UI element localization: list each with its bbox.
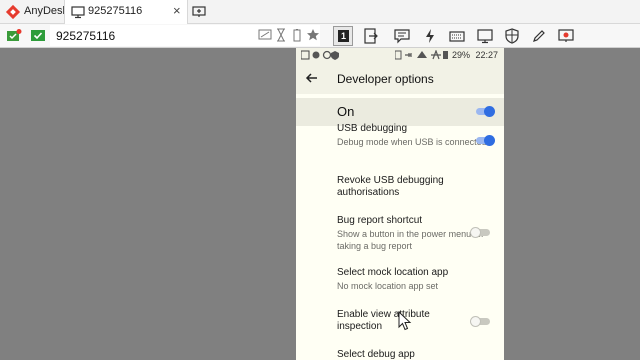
keyboard-icon[interactable] bbox=[449, 28, 465, 44]
app-name: AnyDesk bbox=[24, 5, 69, 17]
chat-icon[interactable] bbox=[394, 28, 410, 44]
app-bar: Developer options bbox=[296, 62, 504, 94]
notification-icons bbox=[300, 50, 345, 62]
list-item-revoke-usb[interactable]: Revoke USB debugging authorisations bbox=[337, 175, 487, 199]
toolbar: 925275116 1 bbox=[0, 24, 640, 48]
status-right: 29% 22:27 bbox=[394, 49, 498, 60]
monitor-icon bbox=[71, 6, 85, 19]
close-tab-button[interactable]: × bbox=[173, 3, 181, 19]
tab-label: 925275116 bbox=[88, 5, 143, 17]
verified-icon bbox=[31, 30, 45, 41]
screenshot-icon[interactable] bbox=[258, 28, 272, 42]
item-subtitle: No mock location app set bbox=[337, 281, 439, 291]
favorite-star-icon[interactable] bbox=[306, 28, 320, 42]
item-title: Revoke USB debugging authorisations bbox=[337, 175, 444, 198]
usb-debugging-toggle[interactable] bbox=[474, 135, 495, 146]
item-title: Enable view attribute inspection bbox=[337, 309, 430, 332]
view-attribute-toggle[interactable] bbox=[470, 316, 490, 327]
item-title: Select mock location app bbox=[337, 267, 449, 278]
battery-percent: 29% bbox=[451, 50, 470, 60]
item-title: Bug report shortcut bbox=[337, 215, 423, 226]
actions-lightning-icon[interactable] bbox=[422, 28, 438, 44]
permissions-shield-icon[interactable] bbox=[504, 28, 520, 44]
item-title: Select debug app bbox=[337, 349, 415, 360]
battery-icon[interactable] bbox=[290, 28, 304, 42]
address-bar[interactable]: 925275116 bbox=[50, 25, 320, 46]
master-switch-row[interactable]: On bbox=[296, 98, 504, 126]
item-subtitle: Debug mode when USB is connected bbox=[337, 137, 487, 147]
page-title: Developer options bbox=[337, 72, 434, 86]
back-arrow-icon[interactable] bbox=[304, 70, 320, 86]
session-button[interactable]: 1 bbox=[333, 26, 353, 46]
address-input[interactable]: 925275116 bbox=[56, 29, 115, 43]
item-subtitle: Show a button in the power menu for taki… bbox=[337, 229, 485, 251]
new-tab-icon[interactable] bbox=[192, 5, 206, 19]
list-item-debug-app[interactable]: Select debug app bbox=[337, 349, 487, 360]
session-tab[interactable]: 925275116 × bbox=[64, 0, 188, 24]
list-item-usb-debugging[interactable]: USB debugging Debug mode when USB is con… bbox=[337, 123, 487, 148]
bug-report-toggle[interactable] bbox=[470, 227, 490, 238]
display-icon[interactable] bbox=[477, 28, 493, 44]
master-toggle[interactable] bbox=[474, 106, 495, 117]
item-title: USB debugging bbox=[337, 123, 408, 134]
master-switch-label: On bbox=[337, 104, 355, 119]
mouse-cursor-icon bbox=[398, 311, 412, 331]
list-item-mock-location[interactable]: Select mock location app No mock locatio… bbox=[337, 267, 487, 292]
anydesk-logo bbox=[5, 4, 21, 20]
draw-pen-icon[interactable] bbox=[531, 28, 547, 44]
title-bar: AnyDesk 925275116 × bbox=[0, 0, 640, 24]
connection-status-icon[interactable] bbox=[6, 28, 22, 44]
record-icon[interactable] bbox=[558, 28, 574, 44]
clock: 22:27 bbox=[475, 50, 498, 60]
android-status-bar: 29% 22:27 bbox=[296, 48, 504, 62]
list-item-view-attribute[interactable]: Enable view attribute inspection bbox=[337, 309, 447, 333]
list-item-bug-report[interactable]: Bug report shortcut Show a button in the… bbox=[337, 215, 487, 252]
switch-sides-icon[interactable] bbox=[363, 28, 379, 44]
hourglass-icon[interactable] bbox=[274, 28, 288, 42]
session-number: 1 bbox=[338, 30, 349, 42]
